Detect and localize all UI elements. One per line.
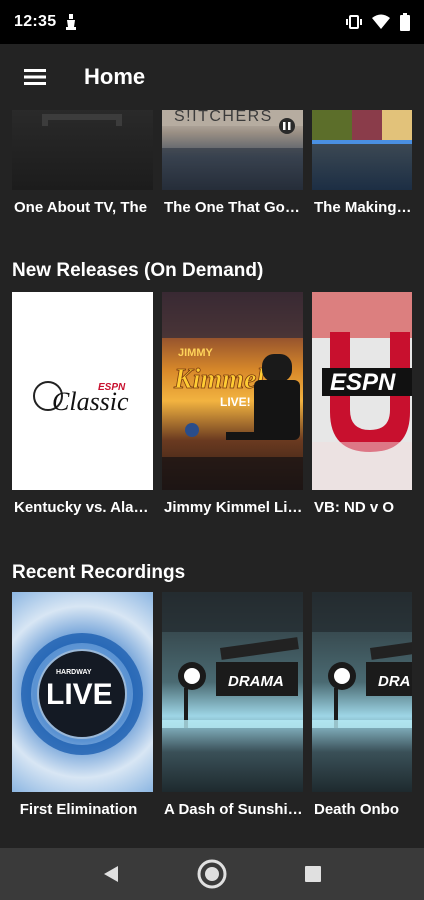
media-tile[interactable]: S!ITCHERS The One That Go… xyxy=(162,108,303,216)
back-button[interactable] xyxy=(91,854,131,894)
tile-thumbnail: ESPN Classic xyxy=(12,292,153,490)
tile-thumb-text: Kimmel xyxy=(173,364,264,395)
tile-title: Jimmy Kimmel Li… xyxy=(164,499,303,516)
tile-thumb-text: S!ITCHERS xyxy=(174,108,273,125)
battery-icon xyxy=(400,13,410,31)
home-circle-icon xyxy=(196,858,228,890)
tile-thumb-text: DRA xyxy=(378,673,411,690)
row-top-tiles: One About TV, The S!ITCHERS The One That… xyxy=(12,108,412,216)
media-tile[interactable]: The Making of xyxy=(312,108,412,216)
app-bar: Home xyxy=(0,44,424,110)
back-triangle-icon xyxy=(102,864,120,884)
tile-title: Death Onbo xyxy=(314,801,399,818)
media-tile[interactable]: ESPN Classic Kentucky vs. Ala… xyxy=(12,292,153,516)
hamburger-icon xyxy=(24,68,46,86)
home-content[interactable]: One About TV, The S!ITCHERS The One That… xyxy=(0,108,424,848)
media-tile[interactable]: HARDWAY LIVE First Elimination xyxy=(12,592,153,818)
menu-button[interactable] xyxy=(0,44,70,110)
tile-thumb-text: LIVE xyxy=(46,678,113,711)
row-new-releases-tiles: ESPN Classic Kentucky vs. Ala… JIMMY Kim… xyxy=(12,292,412,516)
tile-thumbnail: S!ITCHERS xyxy=(162,108,303,190)
row-title: Recent Recordings xyxy=(12,562,186,583)
tile-thumbnail: DRA xyxy=(312,592,412,792)
vibrate-icon xyxy=(346,14,362,30)
media-tile[interactable]: One About TV, The xyxy=(12,108,153,216)
status-bar: 12:35 xyxy=(0,0,424,44)
tile-thumbnail: JIMMY Kimmel LIVE! xyxy=(162,292,303,490)
tile-thumb-brand: HARDWAY xyxy=(56,669,92,676)
tile-thumb-sub: LIVE! xyxy=(220,395,251,409)
tile-thumbnail: HARDWAY LIVE xyxy=(12,592,153,792)
row-recent-recordings-tiles: HARDWAY LIVE First Elimination DRAMA A D… xyxy=(12,592,412,818)
page-title: Home xyxy=(84,64,146,89)
tile-title: VB: ND v O xyxy=(314,499,395,516)
tile-thumb-text: Classic xyxy=(52,387,129,416)
home-button[interactable] xyxy=(192,854,232,894)
tile-title: One About TV, The xyxy=(14,199,148,216)
tile-thumbnail xyxy=(12,108,153,190)
media-tile[interactable]: JIMMY Kimmel LIVE! Jimmy Kimmel Li… xyxy=(162,292,303,516)
status-time: 12:35 xyxy=(14,13,57,30)
recents-button[interactable] xyxy=(293,854,333,894)
tile-title: First Elimination xyxy=(19,801,138,818)
tile-thumbnail: ESPN xyxy=(312,292,412,490)
tile-title: The One That Go… xyxy=(164,199,300,216)
system-nav-bar xyxy=(0,848,424,900)
row-title: New Releases (On Demand) xyxy=(12,260,264,281)
media-tile[interactable]: ESPN VB: ND v O xyxy=(312,292,412,516)
media-tile[interactable]: DRA Death Onbo xyxy=(312,592,412,818)
media-tile[interactable]: DRAMA A Dash of Sunshi… xyxy=(162,592,303,818)
tile-title: Kentucky vs. Ala… xyxy=(14,499,149,516)
tile-thumbnail: DRAMA xyxy=(162,592,303,792)
tile-title: A Dash of Sunshi… xyxy=(164,801,303,818)
tile-thumb-text: DRAMA xyxy=(228,673,284,690)
wifi-icon xyxy=(372,14,390,30)
tile-title: The Making of xyxy=(314,199,412,216)
recents-square-icon xyxy=(304,865,322,883)
tile-thumbnail xyxy=(312,108,412,190)
tile-thumb-brand: JIMMY xyxy=(178,347,214,359)
notification-icon xyxy=(66,14,77,30)
tile-thumb-text: ESPN xyxy=(330,369,396,396)
